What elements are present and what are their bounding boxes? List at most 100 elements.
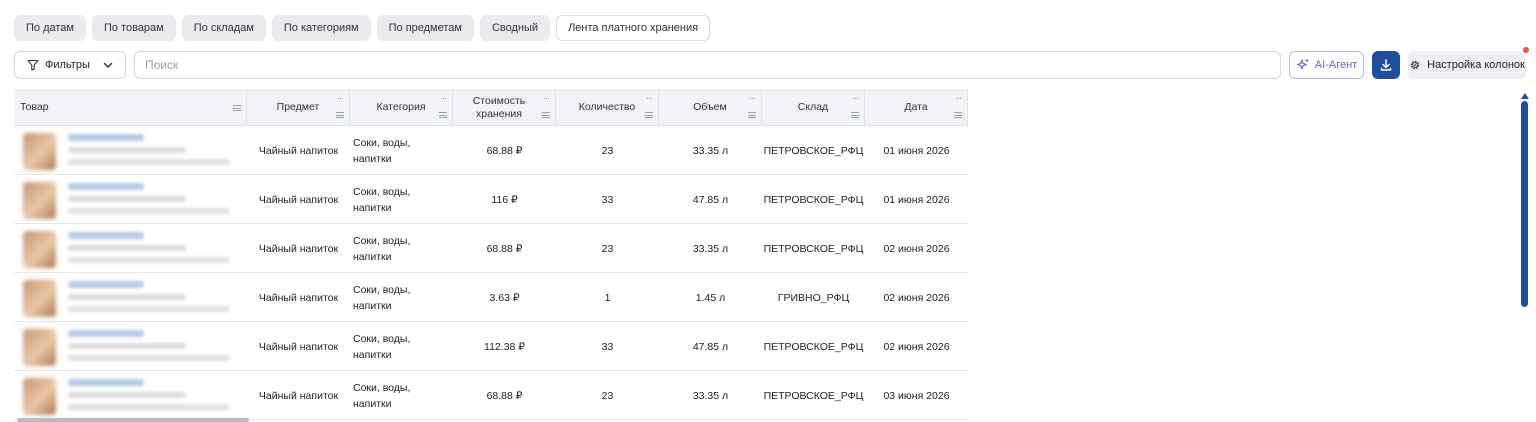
column-header-date[interactable]: Дата ··· [865, 89, 968, 126]
column-settings-button[interactable]: Настройка колонок [1408, 47, 1529, 79]
storage-table: Товар Предмет ··· Категория ··· Стоимост… [14, 89, 968, 422]
product-image[interactable] [23, 182, 56, 219]
toolbar: Фильтры AI-Агент Настройка колонок [14, 47, 1529, 79]
product-link-redacted[interactable] [68, 183, 144, 190]
column-menu-icon[interactable] [336, 112, 344, 118]
table-row[interactable]: Чайный напиток Соки, воды, напитки 68.88… [14, 224, 968, 273]
product-meta-redacted [68, 355, 230, 361]
table-header: Товар Предмет ··· Категория ··· Стоимост… [14, 89, 968, 126]
product-link-redacted[interactable] [68, 232, 144, 239]
tab-by-dates[interactable]: По датам [14, 15, 86, 41]
storage-cost-cell: 116 ₽ [491, 193, 518, 206]
tab-by-warehouses[interactable]: По складам [181, 15, 266, 41]
category-cell: Соки, воды, напитки [353, 283, 411, 312]
column-header-quantity[interactable]: Количество ··· [556, 89, 659, 126]
column-menu-icon[interactable] [233, 105, 241, 111]
column-header-product[interactable]: Товар [14, 89, 247, 126]
table-row[interactable]: Чайный напиток Соки, воды, напитки 68.88… [14, 126, 968, 175]
product-image[interactable] [23, 378, 56, 415]
chevron-down-icon [103, 62, 113, 68]
tab-paid-storage-feed[interactable]: Лента платного хранения [556, 15, 711, 41]
product-link-redacted[interactable] [68, 330, 144, 337]
product-meta-redacted [68, 343, 186, 349]
warehouse-cell: ПЕТРОВСКОЕ_РФЦ [763, 389, 864, 402]
download-icon [1380, 59, 1392, 71]
column-menu-icon[interactable] [439, 112, 447, 118]
column-header-storage-cost[interactable]: Стоимость хранения ··· [453, 89, 556, 126]
column-header-label: Стоимость хранения [472, 94, 526, 120]
download-button[interactable] [1372, 51, 1400, 79]
category-cell: Соки, воды, напитки [353, 185, 411, 214]
column-menu-icon[interactable] [748, 112, 756, 118]
product-link-redacted[interactable] [68, 379, 144, 386]
product-link-redacted[interactable] [68, 281, 144, 288]
ai-agent-button[interactable]: AI-Агент [1289, 51, 1364, 79]
subject-cell: Чайный напиток [258, 144, 339, 157]
quantity-cell: 23 [601, 144, 614, 157]
table-row[interactable]: Чайный напиток Соки, воды, напитки 68.88… [14, 371, 968, 420]
column-menu-icon[interactable] [542, 112, 550, 118]
storage-cost-cell: 68.88 ₽ [486, 144, 523, 157]
column-header-subject[interactable]: Предмет ··· [247, 89, 350, 126]
storage-cost-cell: 68.88 ₽ [486, 242, 523, 255]
search-input[interactable] [134, 51, 1281, 79]
more-dots-icon[interactable]: ··· [337, 92, 344, 105]
column-settings-label: Настройка колонок [1427, 59, 1525, 71]
warehouse-cell: ПЕТРОВСКОЕ_РФЦ [763, 242, 864, 255]
ai-agent-label: AI-Агент [1314, 59, 1358, 71]
product-link-redacted[interactable] [68, 134, 144, 141]
product-meta-redacted [68, 294, 186, 300]
product-image[interactable] [23, 280, 56, 317]
quantity-cell: 23 [601, 389, 614, 402]
more-dots-icon[interactable]: ··· [543, 92, 550, 105]
table-row[interactable]: Чайный напиток Соки, воды, напитки 116 ₽… [14, 175, 968, 224]
quantity-cell: 33 [601, 340, 614, 353]
storage-cost-cell: 68.88 ₽ [486, 389, 523, 402]
product-meta-redacted [68, 245, 186, 251]
more-dots-icon[interactable]: ··· [646, 92, 653, 105]
quantity-cell: 33 [601, 193, 614, 206]
product-image[interactable] [23, 329, 56, 366]
product-meta-redacted [68, 147, 186, 153]
column-menu-icon[interactable] [954, 112, 962, 118]
gear-icon [1410, 60, 1420, 70]
column-header-volume[interactable]: Объем ··· [659, 89, 762, 126]
tab-by-subjects[interactable]: По предметам [376, 15, 474, 41]
more-dots-icon[interactable]: ··· [955, 92, 962, 105]
scroll-up-arrow-icon[interactable] [1521, 93, 1529, 99]
more-dots-icon[interactable]: ··· [440, 92, 447, 105]
filters-label: Фильтры [45, 59, 90, 71]
warehouse-cell: ПЕТРОВСКОЕ_РФЦ [763, 340, 864, 353]
table-row[interactable]: Чайный напиток Соки, воды, напитки 3.63 … [14, 273, 968, 322]
column-header-warehouse[interactable]: Склад ··· [762, 89, 865, 126]
vertical-scrollbar[interactable] [1521, 101, 1528, 307]
volume-cell: 1.45 л [695, 291, 726, 304]
product-image[interactable] [23, 231, 56, 268]
tab-summary[interactable]: Сводный [479, 15, 551, 41]
quantity-cell: 23 [601, 242, 614, 255]
product-image[interactable] [23, 133, 56, 170]
report-tabs: По датам По товарам По складам По катего… [14, 15, 711, 41]
horizontal-scrollbar[interactable] [17, 418, 249, 422]
product-meta-redacted [68, 392, 186, 398]
column-menu-icon[interactable] [645, 112, 653, 118]
product-meta-redacted [68, 159, 230, 165]
column-header-label: Товар [20, 101, 49, 113]
column-header-category[interactable]: Категория ··· [350, 89, 453, 126]
tab-by-categories[interactable]: По категориям [271, 15, 371, 41]
filters-button[interactable]: Фильтры [14, 51, 126, 79]
warehouse-cell: ГРИВНО_РФЦ [777, 291, 850, 304]
volume-cell: 33.35 л [692, 389, 729, 402]
warehouse-cell: ПЕТРОВСКОЕ_РФЦ [763, 193, 864, 206]
table-row[interactable]: Чайный напиток Соки, воды, напитки 112.3… [14, 322, 968, 371]
storage-cost-cell: 3.63 ₽ [489, 291, 520, 304]
tab-by-products[interactable]: По товарам [91, 15, 176, 41]
volume-cell: 47.85 л [692, 340, 729, 353]
more-dots-icon[interactable]: ··· [852, 92, 859, 105]
more-dots-icon[interactable]: ··· [749, 92, 756, 105]
product-meta-redacted [68, 404, 230, 410]
column-menu-icon[interactable] [851, 112, 859, 118]
column-header-label: Категория [376, 101, 426, 113]
subject-cell: Чайный напиток [258, 389, 339, 402]
date-cell: 03 июня 2026 [883, 389, 950, 402]
